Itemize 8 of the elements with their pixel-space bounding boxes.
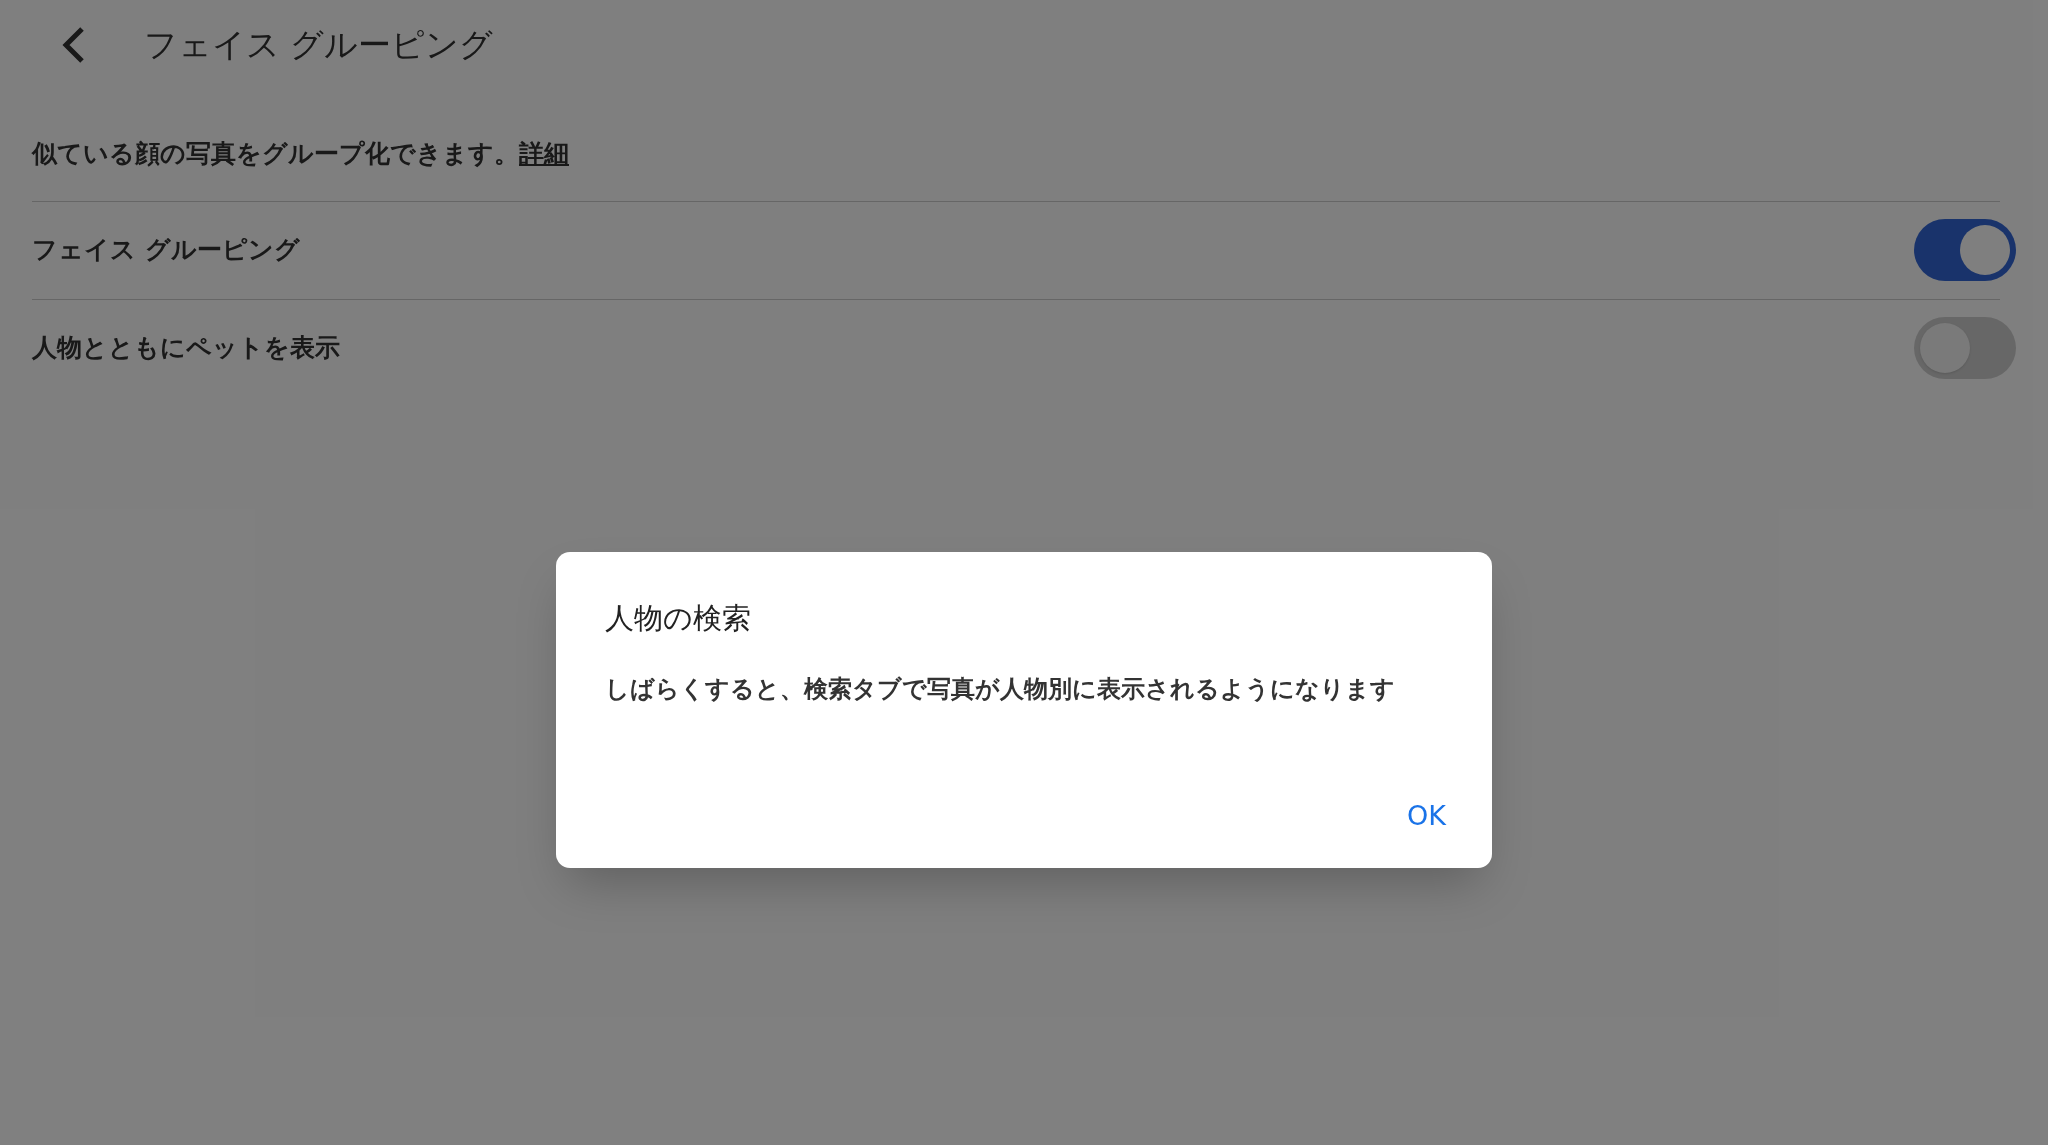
dialog-title: 人物の検索: [605, 600, 752, 637]
description-text: 似ている顔の写真をグループ化できます。: [32, 138, 519, 170]
page-title: フェイス グルーピング: [144, 24, 494, 67]
ok-button[interactable]: OK: [1401, 791, 1452, 840]
setting-label: 人物とともにペットを表示: [32, 332, 340, 365]
dialog-message: しばらくすると、検索タブで写真が人物別に表示されるようになります: [605, 673, 1396, 705]
details-link[interactable]: 詳細: [519, 135, 569, 173]
setting-label: フェイス グルーピング: [32, 234, 300, 267]
